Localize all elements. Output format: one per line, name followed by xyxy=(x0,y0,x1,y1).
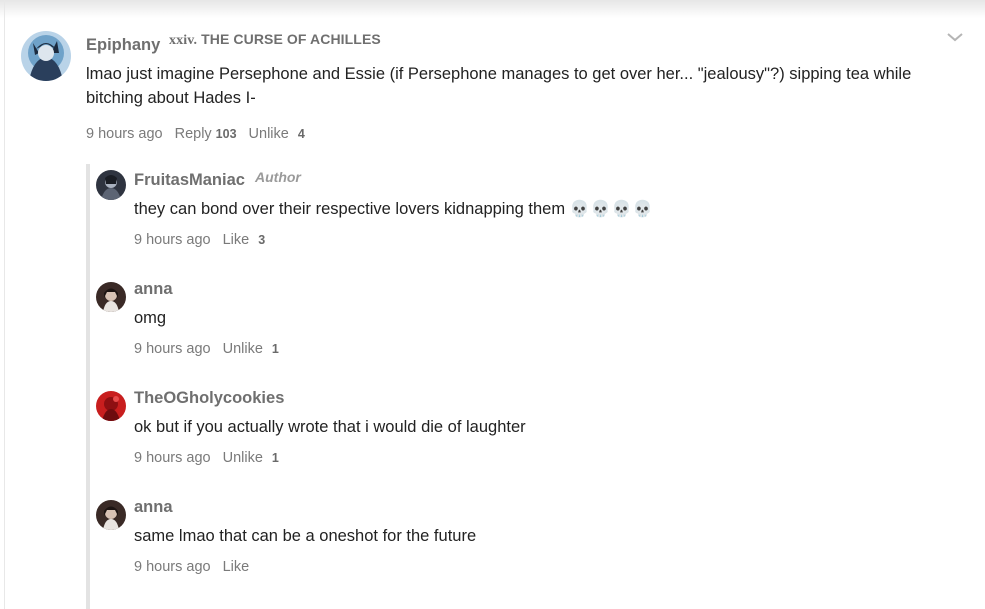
avatar[interactable] xyxy=(96,170,126,200)
reply-count: 103 xyxy=(215,127,237,141)
chapter-title: THE CURSE OF ACHILLES xyxy=(201,31,381,47)
comment-text-line: they can bond over their respective love… xyxy=(134,200,566,218)
like-count: 4 xyxy=(297,127,305,141)
like-count: 1 xyxy=(271,451,279,465)
reply-button[interactable]: Reply xyxy=(175,126,212,142)
chapter-link[interactable]: xxiv. THE CURSE OF ACHILLES xyxy=(169,31,381,49)
comment-text: they can bond over their respective love… xyxy=(134,197,653,221)
comment-meta: 9 hours ago Unlike 1 xyxy=(134,450,279,466)
like-count: 1 xyxy=(271,342,279,356)
unlike-button[interactable]: Unlike xyxy=(223,341,263,357)
avatar[interactable] xyxy=(96,391,126,421)
author-badge: Author xyxy=(255,169,301,185)
like-count: 3 xyxy=(258,233,266,247)
comment-text-line: bitching about Hades I- xyxy=(86,89,256,107)
avatar[interactable] xyxy=(96,500,126,530)
timestamp: 9 hours ago xyxy=(134,341,211,357)
comment-meta: 9 hours ago Unlike 1 xyxy=(134,341,279,357)
chapter-number: xxiv. xyxy=(169,33,198,48)
unlike-button[interactable]: Unlike xyxy=(223,450,263,466)
username[interactable]: FruitasManiac xyxy=(134,171,245,190)
username[interactable]: TheOGholycookies xyxy=(134,389,284,408)
avatar[interactable] xyxy=(21,31,71,81)
comment-text: same lmao that can be a oneshot for the … xyxy=(134,527,477,545)
chevron-down-icon[interactable] xyxy=(946,30,964,44)
timestamp: 9 hours ago xyxy=(134,450,211,466)
comment-meta: 9 hours ago Like 3 xyxy=(134,232,265,248)
comment-meta: 9 hours ago Like xyxy=(134,559,249,575)
comment-text: lmao just imagine Persephone and Essie (… xyxy=(86,62,956,110)
skull-emoji: 💀💀💀💀 xyxy=(569,199,654,218)
comment-text: omg xyxy=(134,309,167,327)
username[interactable]: Epiphany xyxy=(86,36,160,55)
username[interactable]: anna xyxy=(134,498,173,517)
like-button[interactable]: Like xyxy=(223,232,250,248)
avatar[interactable] xyxy=(96,282,126,312)
comment-text-line: lmao just imagine Persephone and Essie (… xyxy=(86,65,912,83)
comment-text: ok but if you actually wrote that i woul… xyxy=(134,418,526,436)
top-shadow xyxy=(0,0,985,18)
unlike-button[interactable]: Unlike xyxy=(249,126,289,142)
username[interactable]: anna xyxy=(134,280,173,299)
timestamp: 9 hours ago xyxy=(134,559,211,575)
timestamp: 9 hours ago xyxy=(86,126,163,142)
timestamp: 9 hours ago xyxy=(134,232,211,248)
page-border xyxy=(4,0,5,609)
thread-line xyxy=(86,164,90,609)
comment-meta: 9 hours ago Reply 103 Unlike 4 xyxy=(86,126,305,142)
like-button[interactable]: Like xyxy=(223,559,250,575)
